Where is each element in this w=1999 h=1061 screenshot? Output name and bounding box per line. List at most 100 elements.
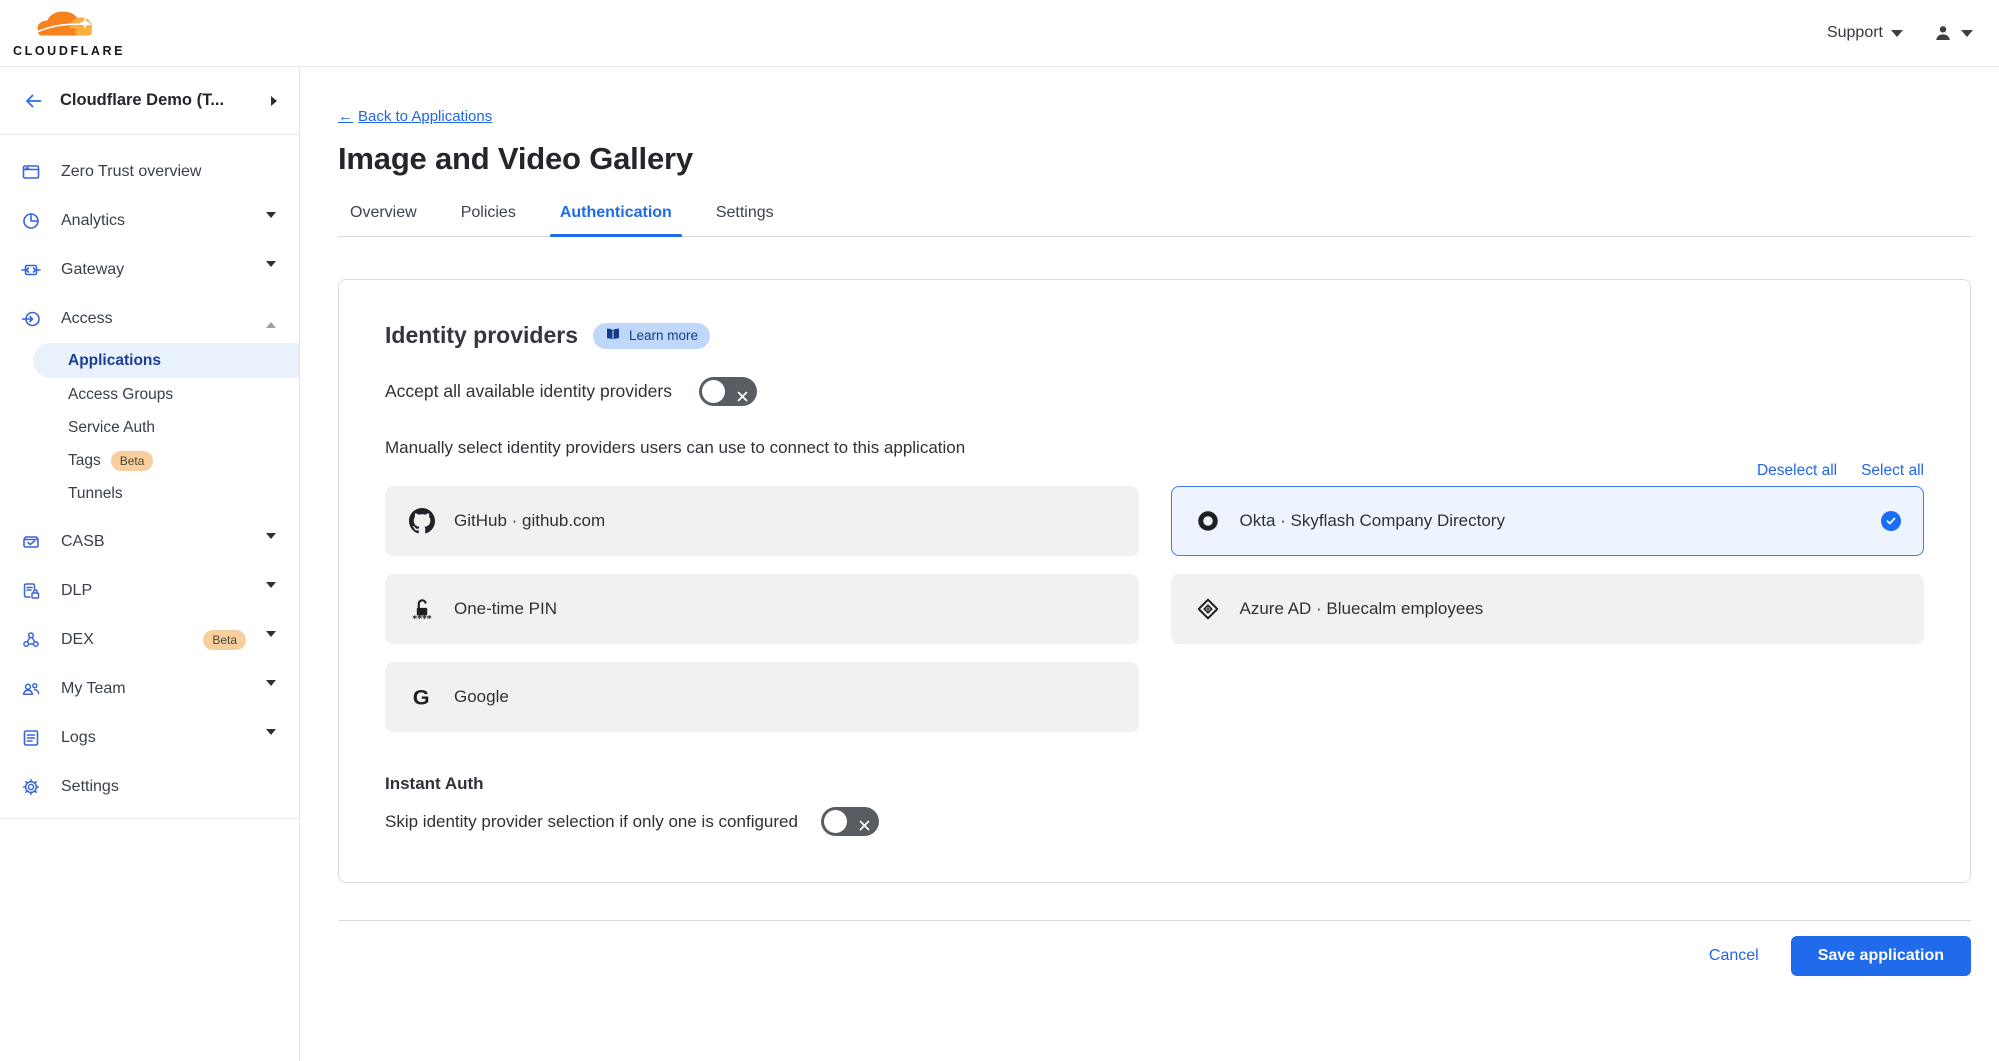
github-icon <box>408 508 436 534</box>
sidebar-item-tunnels[interactable]: Tunnels <box>0 477 299 510</box>
provider-label: GitHub · github.com <box>454 511 605 531</box>
cloudflare-cloud-icon <box>28 8 110 43</box>
support-menu[interactable]: Support <box>1827 24 1903 42</box>
chevron-down-icon <box>266 582 276 600</box>
sidebar-item-label: Applications <box>68 352 161 370</box>
network-nodes-icon <box>21 630 41 650</box>
provider-label: One-time PIN <box>454 599 557 619</box>
google-icon: G <box>408 684 436 710</box>
learn-more-badge[interactable]: Learn more <box>593 323 710 349</box>
svg-text:G: G <box>413 685 430 710</box>
tab-overview[interactable]: Overview <box>340 204 427 236</box>
tab-settings[interactable]: Settings <box>706 204 784 236</box>
action-footer: Cancel Save application <box>338 920 1971 976</box>
sidebar-item-analytics[interactable]: Analytics <box>0 196 299 245</box>
chevron-down-icon <box>1961 30 1973 37</box>
chevron-down-icon <box>266 680 276 698</box>
chevron-down-icon <box>1891 30 1903 37</box>
people-icon <box>21 679 41 699</box>
accept-all-toggle[interactable] <box>699 377 757 406</box>
sidebar-item-service-auth[interactable]: Service Auth <box>0 411 299 444</box>
sidebar-item-logs[interactable]: Logs <box>0 713 299 762</box>
sidebar-item-label: Logs <box>61 729 246 747</box>
sidebar-divider <box>0 818 299 819</box>
toggle-x-icon <box>737 386 748 407</box>
pie-chart-icon <box>21 211 41 231</box>
access-login-icon <box>21 309 41 329</box>
provider-tile-github[interactable]: GitHub · github.com <box>385 486 1139 556</box>
provider-tile-one-time-pin[interactable]: **** One-time PIN <box>385 574 1139 644</box>
back-to-applications-link[interactable]: ← Back to Applications <box>338 108 492 125</box>
instant-auth-heading: Instant Auth <box>385 774 1924 794</box>
chevron-up-icon <box>266 310 276 328</box>
account-switcher[interactable]: Cloudflare Demo (T... <box>0 67 299 135</box>
gateway-icon <box>21 260 41 280</box>
logs-list-icon <box>21 728 41 748</box>
identity-providers-card: Identity providers Learn more Accept all… <box>338 279 1971 883</box>
casb-box-check-icon <box>21 532 41 552</box>
chevron-down-icon <box>266 261 276 279</box>
back-arrow-icon[interactable] <box>23 91 43 111</box>
sidebar-item-tags[interactable]: Tags Beta <box>0 444 299 477</box>
beta-badge: Beta <box>203 630 246 650</box>
tab-policies[interactable]: Policies <box>451 204 526 236</box>
sidebar-item-label: Settings <box>61 778 276 796</box>
support-label: Support <box>1827 24 1883 42</box>
save-application-button[interactable]: Save application <box>1791 936 1971 976</box>
sidebar-item-zero-trust-overview[interactable]: Zero Trust overview <box>0 147 299 196</box>
sidebar-item-dlp[interactable]: DLP <box>0 566 299 615</box>
sidebar-item-dex[interactable]: DEX Beta <box>0 615 299 664</box>
manual-select-text: Manually select identity providers users… <box>385 438 1924 458</box>
one-time-pin-icon: **** <box>408 596 436 622</box>
tab-bar: Overview Policies Authentication Setting… <box>338 204 1971 237</box>
sidebar-item-my-team[interactable]: My Team <box>0 664 299 713</box>
back-arrow-glyph: ← <box>338 108 353 125</box>
instant-auth-label: Skip identity provider selection if only… <box>385 812 798 832</box>
sidebar-item-gateway[interactable]: Gateway <box>0 245 299 294</box>
learn-more-label: Learn more <box>629 328 698 343</box>
book-icon <box>605 328 621 344</box>
sidebar-item-label: Tunnels <box>68 485 123 503</box>
toggle-x-icon <box>859 816 870 836</box>
user-account-menu[interactable] <box>1933 23 1973 43</box>
chevron-right-icon <box>271 96 277 106</box>
access-subnav: Applications Access Groups Service Auth … <box>0 343 299 510</box>
deselect-all-link[interactable]: Deselect all <box>1757 462 1837 480</box>
chevron-down-icon <box>266 212 276 230</box>
svg-text:****: **** <box>412 614 431 622</box>
okta-icon <box>1194 508 1222 534</box>
back-link-label: Back to Applications <box>358 108 492 125</box>
cloudflare-logo[interactable]: CLOUDFLARE <box>13 8 125 58</box>
sidebar-item-label: Gateway <box>61 261 246 279</box>
beta-badge: Beta <box>111 451 154 471</box>
select-all-link[interactable]: Select all <box>1861 462 1924 480</box>
provider-label: Okta · Skyflash Company Directory <box>1240 511 1505 531</box>
sidebar-item-label: Analytics <box>61 212 246 230</box>
cancel-button[interactable]: Cancel <box>1709 947 1759 965</box>
window-icon <box>21 162 41 182</box>
sidebar-item-applications[interactable]: Applications <box>33 343 299 378</box>
toggle-knob <box>702 380 725 403</box>
accept-all-label: Accept all available identity providers <box>385 381 672 402</box>
sidebar-item-settings[interactable]: Settings <box>0 762 299 811</box>
sidebar-item-casb[interactable]: CASB <box>0 517 299 566</box>
provider-tile-google[interactable]: G Google <box>385 662 1139 732</box>
instant-auth-toggle[interactable] <box>821 807 879 836</box>
top-header: CLOUDFLARE Support <box>0 0 1999 67</box>
sidebar-item-label: Zero Trust overview <box>61 163 276 181</box>
sidebar-item-label: Tags <box>68 452 101 470</box>
sidebar-item-access-groups[interactable]: Access Groups <box>0 378 299 411</box>
sidebar: Cloudflare Demo (T... Zero Trust overvie… <box>0 67 300 1061</box>
provider-tile-azure-ad[interactable]: Azure AD · Bluecalm employees <box>1171 574 1925 644</box>
sidebar-item-access[interactable]: Access <box>0 294 299 343</box>
chevron-down-icon <box>266 533 276 551</box>
provider-tile-okta[interactable]: Okta · Skyflash Company Directory <box>1171 486 1925 556</box>
account-name: Cloudflare Demo (T... <box>60 91 254 110</box>
sidebar-item-label: DEX <box>61 631 183 649</box>
document-lock-icon <box>21 581 41 601</box>
sidebar-nav: Zero Trust overview Analytics Gateway <box>0 135 299 819</box>
page-title: Image and Video Gallery <box>338 141 1971 177</box>
tab-authentication[interactable]: Authentication <box>550 204 682 236</box>
card-title: Identity providers <box>385 322 578 349</box>
chevron-down-icon <box>266 729 276 747</box>
